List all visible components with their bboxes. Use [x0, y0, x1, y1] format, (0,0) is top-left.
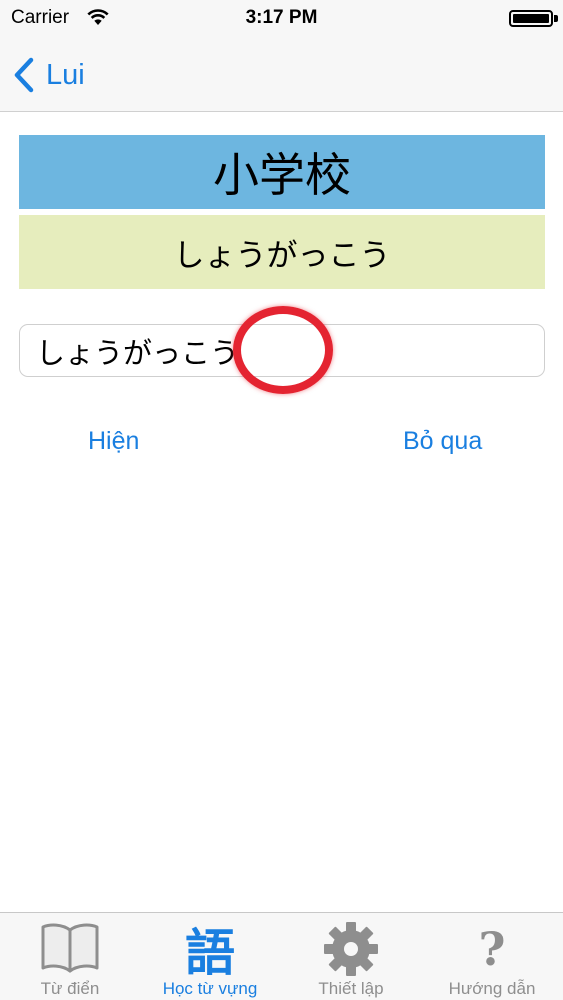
answer-input[interactable]	[19, 324, 545, 377]
tab-label: Từ điển	[40, 979, 100, 998]
battery-icon	[509, 10, 553, 27]
tab-label: Hướng dẫn	[448, 979, 536, 998]
tab-learn-vocabulary[interactable]: 語 Học từ vựng	[140, 913, 280, 1000]
question-icon: ?	[478, 922, 506, 976]
gear-icon	[281, 919, 421, 979]
chevron-left-icon	[14, 57, 34, 93]
back-button[interactable]: Lui	[12, 55, 85, 95]
reading-card: しょうがっこう	[19, 215, 545, 289]
kanji-go-icon: 語	[185, 924, 235, 982]
kanji-card: 小学校	[19, 135, 545, 209]
tab-label: Học từ vựng	[162, 979, 258, 998]
status-bar: Carrier 3:17 PM	[0, 0, 563, 36]
status-time: 3:17 PM	[245, 7, 318, 28]
navigation-bar: Lui	[0, 36, 563, 112]
show-button[interactable]: Hiện	[88, 427, 139, 456]
book-icon	[0, 919, 140, 979]
tab-dictionary[interactable]: Từ điển	[0, 913, 140, 1000]
tab-guide[interactable]: ? Hướng dẫn	[422, 913, 562, 1000]
tab-bar: Từ điển 語 Học từ vựng Thiết lập ? Hướng …	[0, 912, 563, 1000]
skip-button[interactable]: Bỏ qua	[403, 427, 482, 456]
tab-settings[interactable]: Thiết lập	[281, 913, 421, 1000]
back-label: Lui	[46, 58, 85, 91]
battery-tip	[554, 15, 558, 22]
tab-label: Thiết lập	[318, 979, 384, 998]
